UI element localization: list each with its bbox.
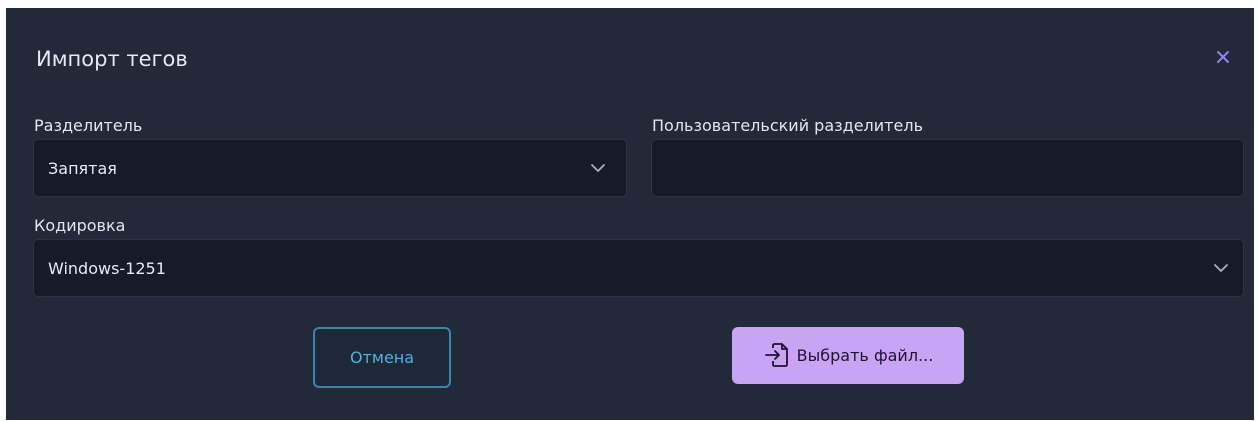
cancel-button[interactable]: Отмена <box>313 327 451 388</box>
separator-label: Разделитель <box>34 116 143 135</box>
chevron-down-icon <box>591 164 605 172</box>
import-tags-dialog: Импорт тегов Разделитель Запятая Пользов… <box>6 8 1254 420</box>
close-icon <box>1217 51 1229 63</box>
close-button[interactable] <box>1212 46 1234 68</box>
encoding-label: Кодировка <box>34 216 126 235</box>
choose-file-label: Выбрать файл... <box>796 346 934 365</box>
chevron-down-icon <box>1214 264 1228 272</box>
encoding-selected-value: Windows-1251 <box>48 258 166 278</box>
separator-selected-value: Запятая <box>48 158 117 178</box>
custom-separator-label: Пользовательский разделитель <box>652 116 923 135</box>
encoding-select[interactable]: Windows-1251 <box>33 239 1244 297</box>
cancel-button-label: Отмена <box>349 348 415 367</box>
file-import-icon <box>764 342 788 367</box>
separator-select[interactable]: Запятая <box>33 139 627 197</box>
dialog-title: Импорт тегов <box>36 47 188 71</box>
custom-separator-input[interactable] <box>651 139 1244 197</box>
choose-file-button[interactable]: Выбрать файл... <box>732 327 964 384</box>
